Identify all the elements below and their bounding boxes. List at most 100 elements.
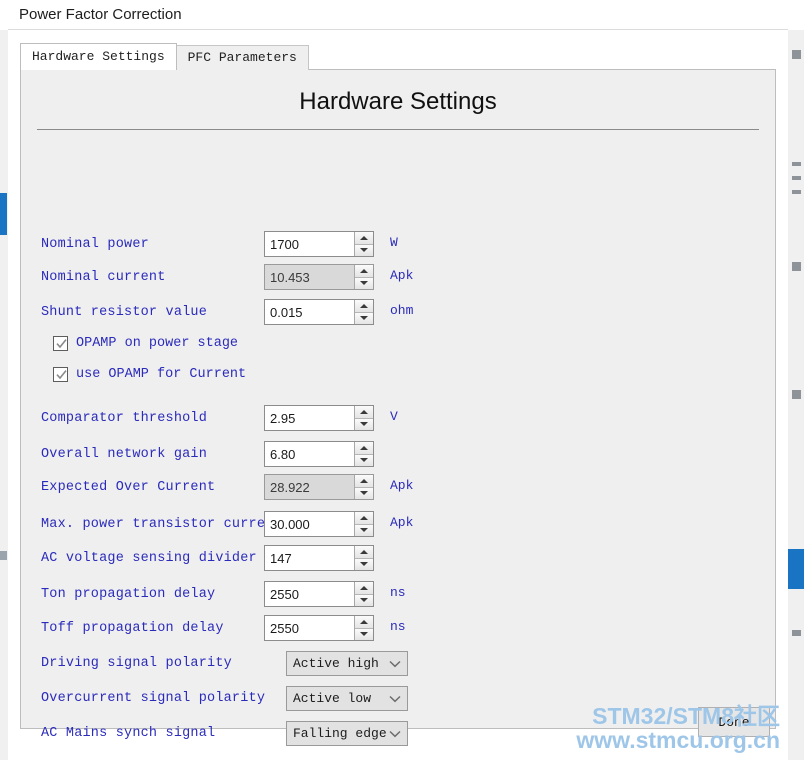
background-tree-node xyxy=(792,390,801,399)
background-tree-node xyxy=(792,630,801,636)
form-row-expected-over-current: Expected Over Current xyxy=(41,472,215,502)
spinner-ac-voltage-sensing-divider[interactable]: 147 xyxy=(264,545,374,571)
spinner-increment-icon[interactable] xyxy=(355,265,373,278)
form-row-overcurrent-signal-polarity: Overcurrent signal polarity xyxy=(41,683,265,713)
spinner-increment-icon[interactable] xyxy=(355,582,373,595)
spinner-value-comparator-threshold[interactable]: 2.95 xyxy=(265,406,354,430)
dropdown-value-overcurrent-signal-polarity: Active low xyxy=(293,691,372,706)
dropdown-driving-signal-polarity[interactable]: Active high xyxy=(286,651,408,676)
form-row-shunt-resistor-value: Shunt resistor value xyxy=(41,297,207,327)
spinner-increment-icon[interactable] xyxy=(355,300,373,313)
spinner-overall-network-gain[interactable]: 6.80 xyxy=(264,441,374,467)
spinner-decrement-icon[interactable] xyxy=(355,312,373,324)
field-label-shunt-resistor-value: Shunt resistor value xyxy=(41,304,208,320)
spinner-value-nominal-power[interactable]: 1700 xyxy=(265,232,354,256)
form-row-nominal-current: Nominal current xyxy=(41,262,166,292)
spinner-increment-icon[interactable] xyxy=(355,616,373,629)
spinner-value-nominal-current[interactable]: 10.453 xyxy=(265,265,354,289)
field-label-expected-over-current: Expected Over Current xyxy=(41,479,216,495)
form-row-ac-mains-synch-signal: AC Mains synch signal xyxy=(41,718,215,748)
form-row-ac-voltage-sensing-divider: AC voltage sensing divider xyxy=(41,543,257,573)
form-row-ton-propagation-delay: Ton propagation delay xyxy=(41,579,215,609)
spinner-decrement-icon[interactable] xyxy=(355,277,373,289)
spinner-value-expected-over-current[interactable]: 28.922 xyxy=(265,475,354,499)
chevron-down-icon xyxy=(389,660,401,668)
checkbox-opamp-on-power-stage[interactable] xyxy=(53,335,68,351)
spinner-decrement-icon[interactable] xyxy=(355,454,373,466)
field-unit-comparator-threshold: V xyxy=(390,409,398,424)
spinner-nominal-power[interactable]: 1700 xyxy=(264,231,374,257)
field-label-nominal-power: Nominal power xyxy=(41,236,149,252)
background-tree-node xyxy=(792,50,801,59)
form-row-overall-network-gain: Overall network gain xyxy=(41,439,207,469)
application-window: Power Factor Correction Hardware Setting… xyxy=(8,0,788,760)
field-unit-nominal-power: W xyxy=(390,235,398,250)
spinner-nominal-current[interactable]: 10.453 xyxy=(264,264,374,290)
form-row-max-power-transistor-current: Max. power transistor current xyxy=(41,509,282,539)
field-label-ac-mains-synch-signal: AC Mains synch signal xyxy=(41,725,216,741)
field-label-comparator-threshold: Comparator threshold xyxy=(41,410,208,426)
chevron-down-icon xyxy=(389,695,401,703)
field-unit-expected-over-current: Apk xyxy=(390,478,414,493)
tab-hardware-settings[interactable]: Hardware Settings xyxy=(20,43,177,70)
spinner-increment-icon[interactable] xyxy=(355,442,373,455)
spinner-ton-propagation-delay[interactable]: 2550 xyxy=(264,581,374,607)
spinner-max-power-transistor-current[interactable]: 30.000 xyxy=(264,511,374,537)
done-button[interactable]: Done xyxy=(698,707,770,737)
spinner-decrement-icon[interactable] xyxy=(355,418,373,430)
spinner-expected-over-current[interactable]: 28.922 xyxy=(264,474,374,500)
spinner-shunt-resistor-value[interactable]: 0.015 xyxy=(264,299,374,325)
spinner-buttons xyxy=(354,475,373,499)
spinner-buttons xyxy=(354,512,373,536)
spinner-decrement-icon[interactable] xyxy=(355,244,373,256)
dropdown-ac-mains-synch-signal[interactable]: Falling edge xyxy=(286,721,408,746)
spinner-decrement-icon[interactable] xyxy=(355,487,373,499)
page-title: Hardware Settings xyxy=(299,88,497,115)
checkbox-row-use-opamp-for-current[interactable]: use OPAMP for Current xyxy=(53,363,246,385)
checkbox-label: use OPAMP for Current xyxy=(76,366,247,382)
spinner-buttons xyxy=(354,232,373,256)
spinner-value-ton-propagation-delay[interactable]: 2550 xyxy=(265,582,354,606)
tab-strip: Hardware Settings PFC Parameters xyxy=(20,43,309,70)
checkbox-row-opamp-on-power-stage[interactable]: OPAMP on power stage xyxy=(53,332,238,354)
spinner-decrement-icon[interactable] xyxy=(355,558,373,570)
spinner-buttons xyxy=(354,442,373,466)
spinner-buttons xyxy=(354,582,373,606)
spinner-increment-icon[interactable] xyxy=(355,232,373,245)
checkbox-use-opamp-for-current[interactable] xyxy=(53,366,68,382)
dropdown-overcurrent-signal-polarity[interactable]: Active low xyxy=(286,686,408,711)
spinner-increment-icon[interactable] xyxy=(355,475,373,488)
spinner-value-overall-network-gain[interactable]: 6.80 xyxy=(265,442,354,466)
hardware-settings-panel: Hardware Settings Nominal power 1700 W Nomi… xyxy=(20,69,776,746)
spinner-value-shunt-resistor-value[interactable]: 0.015 xyxy=(265,300,354,324)
spinner-value-ac-voltage-sensing-divider[interactable]: 147 xyxy=(265,546,354,570)
spinner-value-toff-propagation-delay[interactable]: 2550 xyxy=(265,616,354,640)
spinner-value-max-power-transistor-current[interactable]: 30.000 xyxy=(265,512,354,536)
spinner-decrement-icon[interactable] xyxy=(355,594,373,606)
spinner-increment-icon[interactable] xyxy=(355,546,373,559)
field-label-driving-signal-polarity: Driving signal polarity xyxy=(41,655,232,671)
form-row-nominal-power: Nominal power xyxy=(41,229,149,259)
form-row-comparator-threshold: Comparator threshold xyxy=(41,403,207,433)
spinner-buttons xyxy=(354,300,373,324)
background-left-selection-highlight xyxy=(0,193,7,235)
spinner-decrement-icon[interactable] xyxy=(355,524,373,536)
spinner-decrement-icon[interactable] xyxy=(355,628,373,640)
checkbox-label: OPAMP on power stage xyxy=(76,335,239,351)
field-unit-max-power-transistor-current: Apk xyxy=(390,515,414,530)
tab-pfc-parameters[interactable]: PFC Parameters xyxy=(175,45,309,70)
field-unit-shunt-resistor-value: ohm xyxy=(390,303,414,318)
field-unit-ton-propagation-delay: ns xyxy=(390,585,406,600)
spinner-increment-icon[interactable] xyxy=(355,512,373,525)
spinner-buttons xyxy=(354,265,373,289)
spinner-toff-propagation-delay[interactable]: 2550 xyxy=(264,615,374,641)
done-button-label: Done xyxy=(718,714,750,730)
field-label-ac-voltage-sensing-divider: AC voltage sensing divider xyxy=(41,550,257,566)
form-row-driving-signal-polarity: Driving signal polarity xyxy=(41,648,232,678)
dropdown-value-ac-mains-synch-signal: Falling edge xyxy=(293,726,387,741)
spinner-increment-icon[interactable] xyxy=(355,406,373,419)
field-unit-nominal-current: Apk xyxy=(390,268,414,283)
spinner-comparator-threshold[interactable]: 2.95 xyxy=(264,405,374,431)
background-window-right-edge xyxy=(787,30,804,760)
field-label-toff-propagation-delay: Toff propagation delay xyxy=(41,620,224,636)
